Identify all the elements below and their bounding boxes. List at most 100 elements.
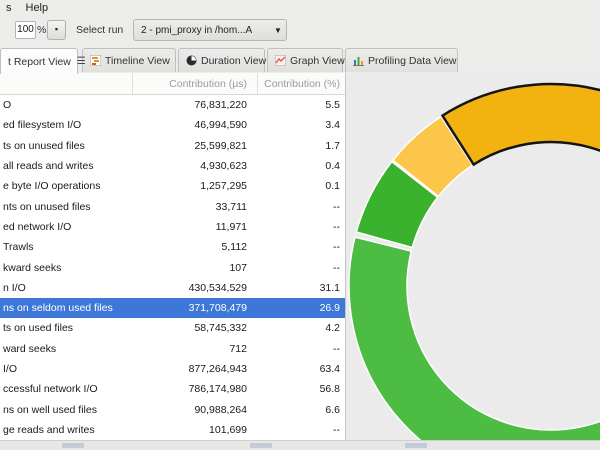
row-contribution-us: 430,534,529 bbox=[132, 282, 257, 294]
row-contribution-us: 90,988,264 bbox=[132, 404, 257, 416]
menu-item-help[interactable]: Help bbox=[26, 2, 49, 14]
row-contribution-pct: 31.1 bbox=[257, 282, 345, 294]
tab-timeline-view-label: Timeline View bbox=[105, 55, 170, 67]
table-row[interactable]: Trawls5,112-- bbox=[0, 237, 345, 257]
scrollbar-tick bbox=[250, 443, 272, 448]
table-row[interactable]: nts on unused files33,711-- bbox=[0, 196, 345, 216]
row-contribution-pct: -- bbox=[257, 424, 345, 436]
table-row[interactable]: ns on well used files90,988,2646.6 bbox=[0, 399, 345, 419]
menu-icon[interactable]: ☰ bbox=[77, 56, 86, 67]
row-contribution-us: 58,745,332 bbox=[132, 322, 257, 334]
tab-duration-view[interactable]: Duration View bbox=[178, 48, 265, 72]
donut-slice-selected[interactable] bbox=[442, 84, 600, 223]
row-contribution-us: 877,264,943 bbox=[132, 363, 257, 375]
tab-graph-view[interactable]: Graph View bbox=[267, 48, 343, 72]
row-contribution-us: 712 bbox=[132, 343, 257, 355]
tab-duration-view-label: Duration View bbox=[201, 55, 266, 67]
table-row[interactable]: ns on seldom used files371,708,47926.9 bbox=[0, 298, 345, 318]
menubar: s Help bbox=[0, 0, 600, 15]
row-contribution-us: 1,257,295 bbox=[132, 180, 257, 192]
row-contribution-us: 4,930,623 bbox=[132, 160, 257, 172]
row-contribution-pct: -- bbox=[257, 241, 345, 253]
row-name: nts on unused files bbox=[0, 201, 132, 213]
row-name: kward seeks bbox=[0, 262, 132, 274]
table-row[interactable]: ed filesystem I/O46,994,5903.4 bbox=[0, 115, 345, 135]
table-header-row: Contribution (µs) Contribution (%) bbox=[0, 73, 345, 95]
chevron-down-icon: ▼ bbox=[270, 26, 286, 35]
row-contribution-pct: 3.4 bbox=[257, 119, 345, 131]
menu-item-cutoff[interactable]: s bbox=[6, 2, 12, 14]
row-contribution-pct: 1.7 bbox=[257, 140, 345, 152]
row-contribution-pct: 6.6 bbox=[257, 404, 345, 416]
row-contribution-us: 33,711 bbox=[132, 201, 257, 213]
row-name: ts on unused files bbox=[0, 140, 132, 152]
row-name: all reads and writes bbox=[0, 160, 132, 172]
row-contribution-pct: 4.2 bbox=[257, 322, 345, 334]
row-contribution-us: 25,599,821 bbox=[132, 140, 257, 152]
horizontal-scrollbar[interactable] bbox=[0, 440, 600, 450]
row-contribution-pct: 0.1 bbox=[257, 180, 345, 192]
row-name: n I/O bbox=[0, 282, 132, 294]
tab-profiling-data-view[interactable]: Profiling Data View bbox=[345, 48, 458, 72]
row-name: e byte I/O operations bbox=[0, 180, 132, 192]
table-row[interactable]: ccessful network I/O786,174,98056.8 bbox=[0, 379, 345, 399]
apply-zoom-icon: ▪ bbox=[55, 24, 58, 34]
table-row[interactable]: ts on used files58,745,3324.2 bbox=[0, 318, 345, 338]
run-select-value: 2 - pmi_proxy in /hom...A bbox=[134, 25, 270, 36]
tab-report-view[interactable]: t Report View ☰ bbox=[0, 48, 78, 74]
table-row[interactable]: n I/O430,534,52931.1 bbox=[0, 278, 345, 298]
tab-graph-view-label: Graph View bbox=[290, 55, 345, 67]
tab-report-view-label: t Report View bbox=[8, 56, 71, 68]
bar-chart-icon bbox=[353, 55, 364, 66]
column-header-contribution-us[interactable]: Contribution (µs) bbox=[132, 73, 257, 94]
run-select-dropdown[interactable]: 2 - pmi_proxy in /hom...A ▼ bbox=[133, 19, 287, 41]
row-contribution-us: 76,831,220 bbox=[132, 99, 257, 111]
table-row[interactable]: all reads and writes4,930,6230.4 bbox=[0, 156, 345, 176]
table-row[interactable]: e byte I/O operations1,257,2950.1 bbox=[0, 176, 345, 196]
row-name: ge reads and writes bbox=[0, 424, 132, 436]
percent-label: % bbox=[37, 24, 46, 36]
row-contribution-us: 371,708,479 bbox=[132, 302, 257, 314]
clock-icon bbox=[186, 55, 197, 66]
table-row[interactable]: ge reads and writes101,699-- bbox=[0, 420, 345, 440]
table-row[interactable]: ward seeks712-- bbox=[0, 339, 345, 359]
column-header-contribution-pct[interactable]: Contribution (%) bbox=[257, 73, 345, 94]
row-contribution-pct: 5.5 bbox=[257, 99, 345, 111]
row-contribution-us: 786,174,980 bbox=[132, 383, 257, 395]
row-name: Trawls bbox=[0, 241, 132, 253]
report-table-pane: Contribution (µs) Contribution (%) O76,8… bbox=[0, 73, 345, 440]
row-contribution-pct: -- bbox=[257, 343, 345, 355]
graph-icon bbox=[275, 55, 286, 66]
row-name: O bbox=[0, 99, 132, 111]
table-row[interactable]: ed network I/O11,971-- bbox=[0, 217, 345, 237]
row-contribution-pct: 63.4 bbox=[257, 363, 345, 375]
zoom-percent-input[interactable]: 100 bbox=[15, 21, 36, 39]
scrollbar-tick bbox=[405, 443, 427, 448]
row-contribution-us: 46,994,590 bbox=[132, 119, 257, 131]
select-run-label: Select run bbox=[76, 24, 123, 36]
timeline-icon bbox=[90, 55, 101, 66]
row-name: ns on seldom used files bbox=[0, 302, 132, 314]
table-row[interactable]: ts on unused files25,599,8211.7 bbox=[0, 136, 345, 156]
row-contribution-pct: 0.4 bbox=[257, 160, 345, 172]
row-name: I/O bbox=[0, 363, 132, 375]
row-contribution-us: 107 bbox=[132, 262, 257, 274]
row-name: ts on used files bbox=[0, 322, 132, 334]
table-row[interactable]: I/O877,264,94363.4 bbox=[0, 359, 345, 379]
row-contribution-pct: -- bbox=[257, 201, 345, 213]
row-contribution-us: 101,699 bbox=[132, 424, 257, 436]
row-contribution-pct: -- bbox=[257, 262, 345, 274]
row-contribution-pct: -- bbox=[257, 221, 345, 233]
row-name: ccessful network I/O bbox=[0, 383, 132, 395]
apply-zoom-button[interactable]: ▪ bbox=[47, 20, 66, 40]
table-row[interactable]: kward seeks107-- bbox=[0, 257, 345, 277]
row-name: ed filesystem I/O bbox=[0, 119, 132, 131]
table-body: O76,831,2205.5ed filesystem I/O46,994,59… bbox=[0, 95, 345, 440]
row-contribution-pct: 26.9 bbox=[257, 302, 345, 314]
tab-timeline-view[interactable]: Timeline View bbox=[82, 48, 176, 72]
donut-chart[interactable] bbox=[346, 73, 600, 440]
scrollbar-tick bbox=[62, 443, 84, 448]
table-row[interactable]: O76,831,2205.5 bbox=[0, 95, 345, 115]
row-name: ward seeks bbox=[0, 343, 132, 355]
row-contribution-us: 5,112 bbox=[132, 241, 257, 253]
